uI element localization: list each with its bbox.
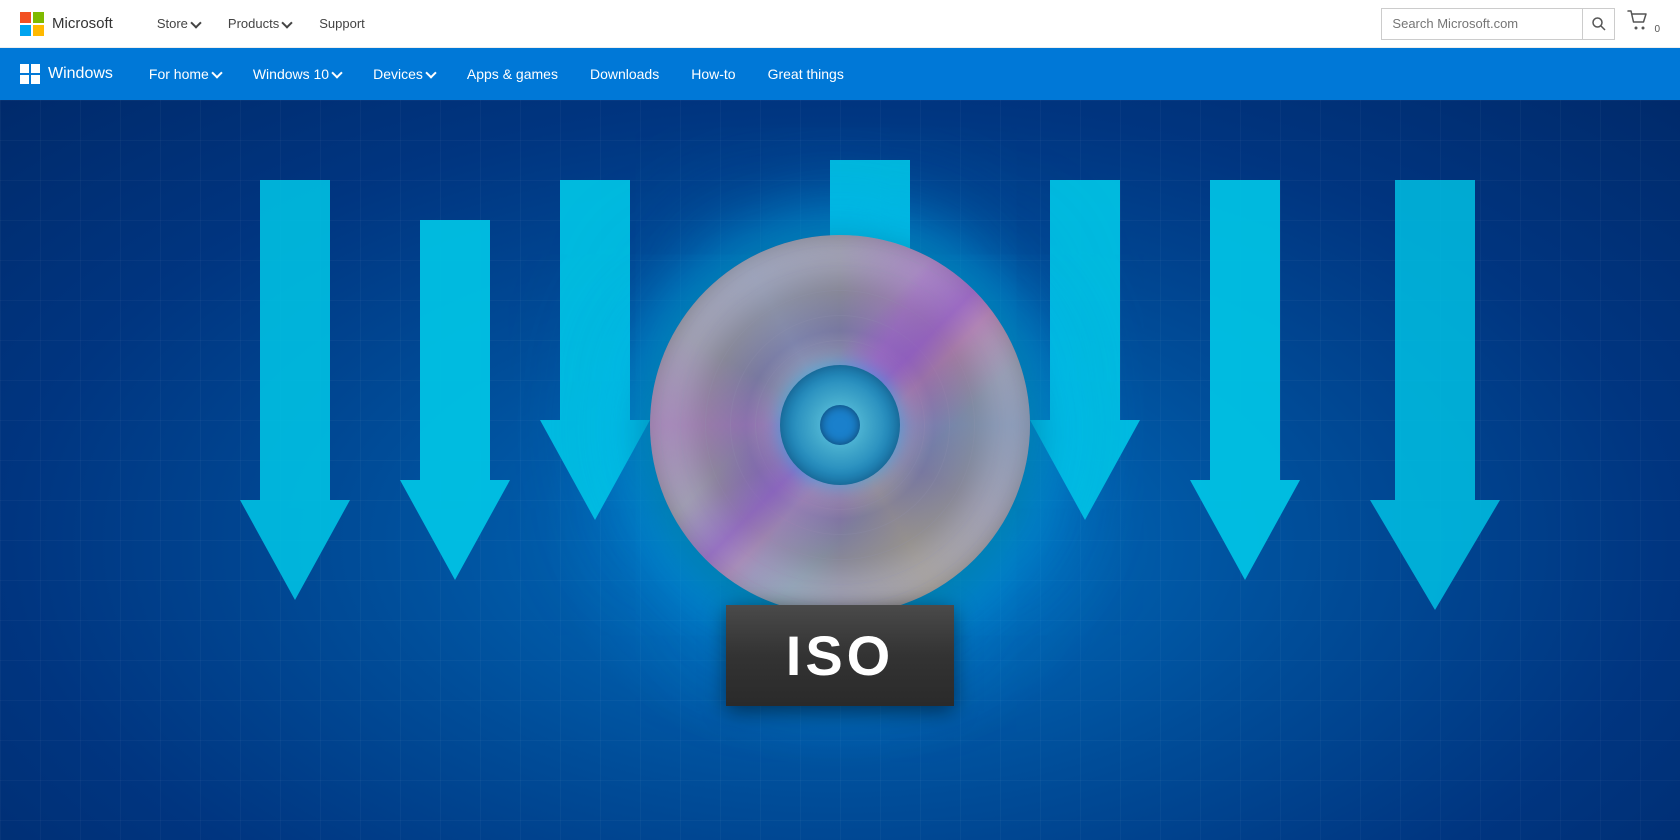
devices-chevron-icon xyxy=(425,67,436,78)
windows-logo-icon xyxy=(20,64,40,84)
ms-logo-green xyxy=(33,12,44,23)
ms-logo-icon xyxy=(20,12,44,36)
cart-icon[interactable]: 0 xyxy=(1627,10,1660,37)
windows-logo-text: Windows xyxy=(48,65,113,83)
microsoft-logo[interactable]: Microsoft xyxy=(20,12,113,36)
top-nav-links: Store Products Support xyxy=(143,0,1382,48)
win-nav-great-things[interactable]: Great things xyxy=(752,48,860,100)
win-nav-howto[interactable]: How-to xyxy=(675,48,751,100)
windows-nav: Windows For home Windows 10 Devices Apps… xyxy=(0,48,1680,100)
windows-logo[interactable]: Windows xyxy=(20,64,113,84)
top-nav-products[interactable]: Products xyxy=(214,0,305,48)
top-nav: Microsoft Store Products Support 0 xyxy=(0,0,1680,48)
search-input[interactable] xyxy=(1382,16,1582,31)
products-chevron-icon xyxy=(282,17,293,28)
top-nav-store[interactable]: Store xyxy=(143,0,214,48)
microsoft-logo-text: Microsoft xyxy=(52,15,113,32)
arrow-7 xyxy=(1370,180,1500,610)
cd-disc xyxy=(650,235,1030,615)
windows10-chevron-icon xyxy=(331,67,342,78)
arrow-5 xyxy=(1030,180,1140,520)
cart-count: 0 xyxy=(1654,24,1660,35)
ms-logo-yellow xyxy=(33,25,44,36)
ms-logo-blue xyxy=(20,25,31,36)
win-nav-apps-games[interactable]: Apps & games xyxy=(451,48,574,100)
ms-logo-red xyxy=(20,12,31,23)
cd-center-hub xyxy=(780,365,900,485)
search-icon xyxy=(1592,17,1606,31)
iso-label: ISO xyxy=(726,605,954,706)
top-nav-search-container xyxy=(1381,8,1615,40)
top-nav-support[interactable]: Support xyxy=(305,0,379,48)
iso-artwork: ISO xyxy=(650,235,1030,706)
store-chevron-icon xyxy=(190,17,201,28)
win-nav-for-home[interactable]: For home xyxy=(133,48,237,100)
shopping-cart-icon xyxy=(1627,10,1649,32)
win-nav-downloads[interactable]: Downloads xyxy=(574,48,675,100)
arrow-3 xyxy=(540,180,650,520)
win-nav-windows10[interactable]: Windows 10 xyxy=(237,48,357,100)
cd-hole xyxy=(820,405,860,445)
win-nav-devices[interactable]: Devices xyxy=(357,48,451,100)
arrow-2 xyxy=(400,220,510,580)
hero-section: ISO xyxy=(0,100,1680,840)
arrow-6 xyxy=(1190,180,1300,580)
arrow-1 xyxy=(240,180,350,600)
for-home-chevron-icon xyxy=(211,67,222,78)
search-button[interactable] xyxy=(1582,8,1614,40)
